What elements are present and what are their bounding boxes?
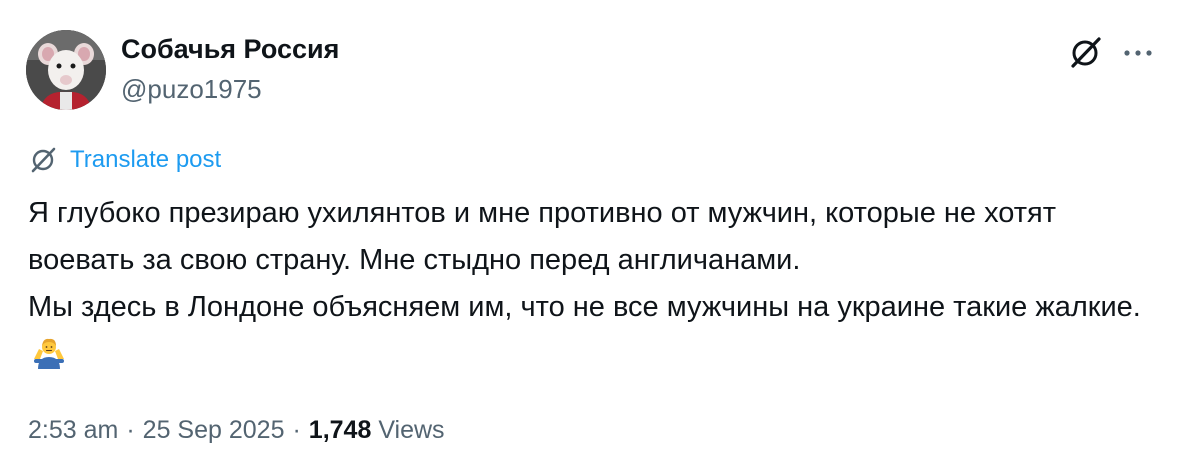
translate-post-button[interactable]: Translate post	[28, 144, 221, 176]
meta-separator: ·	[292, 416, 301, 444]
views-label: Views	[378, 416, 445, 444]
tweet-paragraph: Я глубоко презираю ухилянтов и мне проти…	[28, 197, 1057, 276]
post-time[interactable]: 2:53 am	[28, 416, 118, 444]
author-handle[interactable]: @puzo1975	[121, 72, 339, 106]
rat-portrait-avatar-icon	[26, 30, 106, 110]
author-display-name[interactable]: Собачья Россия	[121, 32, 339, 66]
post-meta: 2:53 am · 25 Sep 2025 · 1,748 Views	[28, 410, 445, 450]
tweet-text: Я глубоко презираю ухилянтов и мне проти…	[28, 190, 1168, 384]
meta-separator: ·	[126, 416, 135, 444]
tweet-paragraph: Мы здесь в Лондоне объясняем им, что не …	[28, 284, 1168, 384]
grok-icon	[31, 147, 56, 173]
views-count: 1,748	[308, 416, 372, 444]
author-block: Собачья Россия @puzo1975	[121, 32, 339, 106]
post-date[interactable]: 25 Sep 2025	[143, 416, 285, 444]
avatar[interactable]	[26, 30, 106, 110]
man-shrugging-emoji-icon	[32, 335, 66, 384]
post-actions	[1066, 34, 1154, 72]
grok-icon[interactable]	[1066, 34, 1104, 72]
translate-post-label: Translate post	[70, 146, 222, 173]
tweet-paragraph-text: Мы здесь в Лондоне объясняем им, что не …	[28, 291, 1141, 323]
more-icon[interactable]	[1122, 37, 1154, 69]
